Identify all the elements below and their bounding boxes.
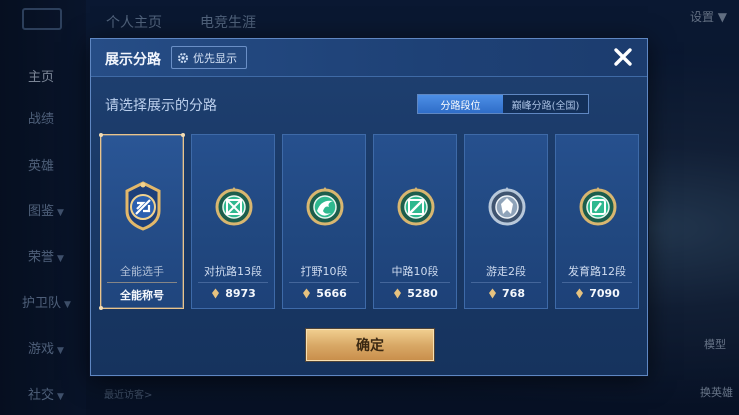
card-score: 768 xyxy=(465,287,547,300)
card-name: 打野10段 xyxy=(300,265,348,278)
score-value: 5666 xyxy=(316,287,347,300)
score-value: 5280 xyxy=(407,287,438,300)
priority-display-label: 优先显示 xyxy=(193,51,237,65)
close-icon[interactable] xyxy=(609,43,637,71)
farm-lane-badge-icon xyxy=(579,187,617,226)
dialog-header: 展示分路 优先显示 xyxy=(91,39,647,77)
ranking-tab-switch: 分路段位 巅峰分路(全国) xyxy=(417,94,589,114)
priority-display-button[interactable]: 优先显示 xyxy=(171,46,247,69)
corner-dot xyxy=(99,133,103,137)
lane-card-jungle[interactable]: 打野10段 5666 xyxy=(282,134,366,309)
card-divider xyxy=(562,282,632,283)
card-name: 游走2段 xyxy=(486,265,526,278)
card-name: 对抗路13段 xyxy=(204,265,262,278)
card-divider xyxy=(471,282,541,283)
card-divider xyxy=(107,282,177,283)
selection-prompt: 请选择展示的分路 xyxy=(105,98,217,114)
card-name: 发育路12段 xyxy=(568,265,626,278)
jungle-badge-icon xyxy=(306,187,344,226)
tab-peak-lane[interactable]: 巅峰分路(全国) xyxy=(503,95,588,113)
card-name: 中路10段 xyxy=(391,265,439,278)
score-value: 7090 xyxy=(589,287,620,300)
corner-dot xyxy=(181,133,185,137)
mid-lane-badge-icon xyxy=(397,187,435,226)
card-footer: 全能称号 xyxy=(120,289,164,302)
confirm-button[interactable]: 确定 xyxy=(306,329,434,361)
lane-card-mid[interactable]: 中路10段 5280 xyxy=(373,134,457,309)
gear-icon xyxy=(178,52,188,63)
clash-lane-badge-icon xyxy=(215,187,253,226)
points-icon xyxy=(303,288,311,299)
card-divider xyxy=(289,282,359,283)
lane-card-clash[interactable]: 对抗路13段 8973 xyxy=(191,134,275,309)
points-icon xyxy=(489,288,497,299)
card-divider xyxy=(380,282,450,283)
card-score: 8973 xyxy=(192,287,274,300)
card-divider xyxy=(198,282,268,283)
card-score: 5280 xyxy=(374,287,456,300)
roam-badge-icon xyxy=(488,187,526,226)
points-icon xyxy=(394,288,402,299)
lane-card-all-round[interactable]: 全能选手 全能称号 xyxy=(99,133,185,310)
card-name: 全能选手 xyxy=(120,265,164,278)
score-value: 8973 xyxy=(225,287,256,300)
score-value: 768 xyxy=(502,287,525,300)
tab-lane-rank[interactable]: 分路段位 xyxy=(418,95,503,113)
points-icon xyxy=(212,288,220,299)
card-score: 7090 xyxy=(556,287,638,300)
lane-card-roam[interactable]: 游走2段 768 xyxy=(464,134,548,309)
dialog-title: 展示分路 xyxy=(105,52,161,68)
lane-card-list: 全能选手 全能称号 对抗路13段 8973 打野10段 5666 中路10段 5… xyxy=(99,133,640,310)
corner-dot xyxy=(99,306,103,310)
lane-card-farm[interactable]: 发育路12段 7090 xyxy=(555,134,639,309)
lane-display-dialog: 展示分路 优先显示 请选择展示的分路 分路段位 巅峰分路(全国) 全能选手 全能… xyxy=(90,38,648,376)
points-icon xyxy=(576,288,584,299)
all-round-badge-icon xyxy=(125,181,161,231)
card-score: 5666 xyxy=(283,287,365,300)
